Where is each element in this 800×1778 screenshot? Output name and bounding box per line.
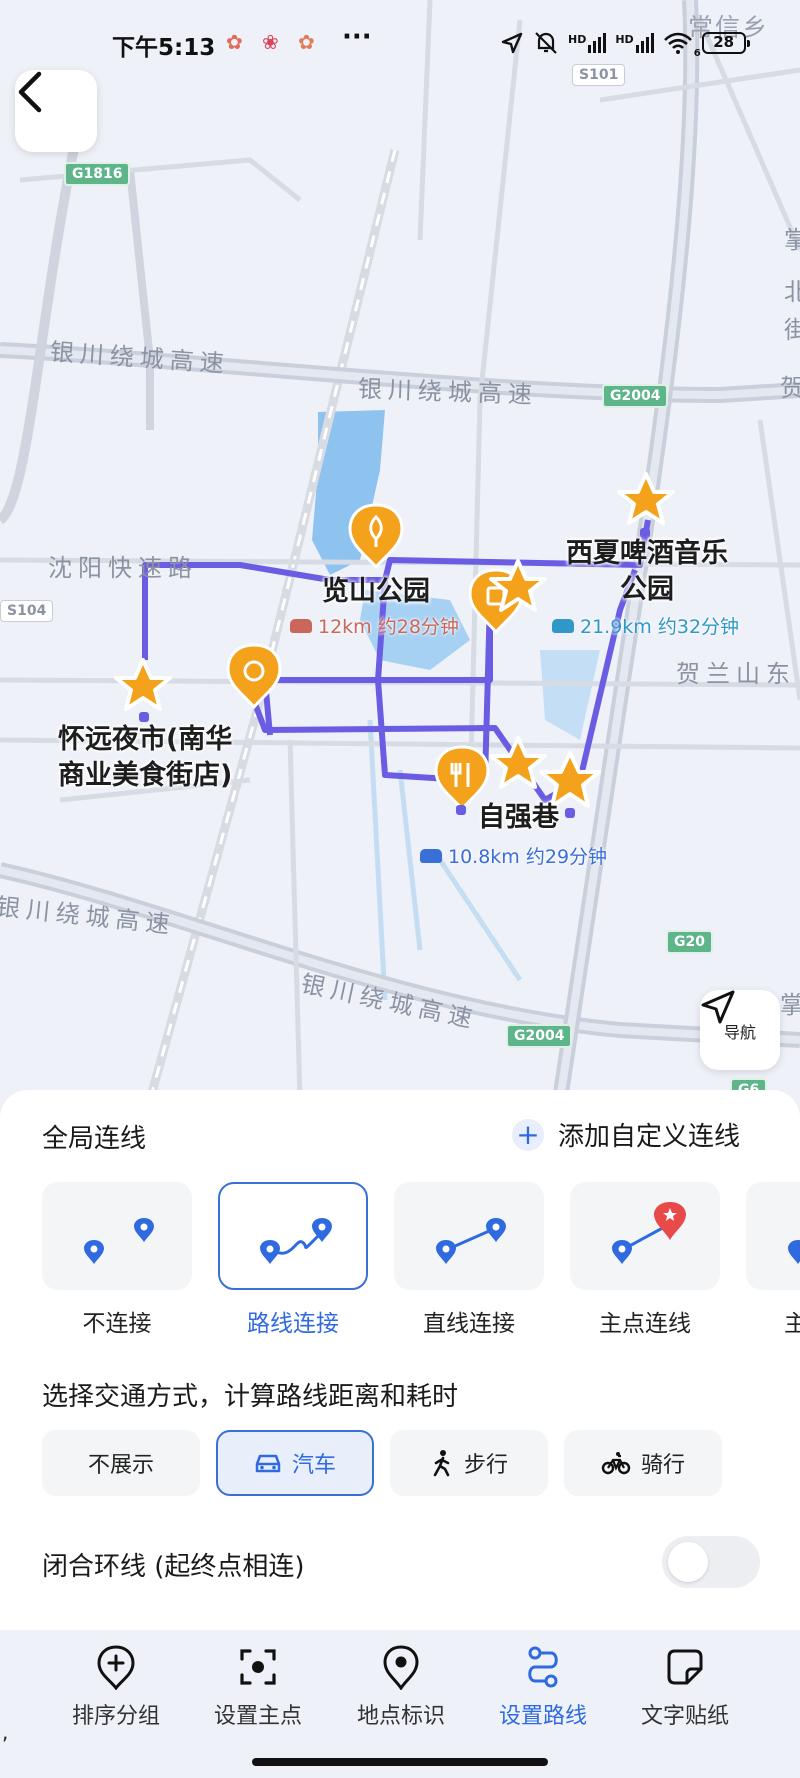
highway-shield: G2004 bbox=[602, 384, 669, 408]
navigation-arrow-icon bbox=[701, 990, 735, 1024]
transport-mode-title: 选择交通方式，计算路线距离和耗时 bbox=[42, 1382, 459, 1412]
mode-car[interactable]: 汽车 bbox=[216, 1430, 374, 1496]
bottom-tab-bar: , 排序分组 设置主点 地点标识 设置路线 文字贴纸 bbox=[0, 1630, 800, 1778]
tab-set-route[interactable]: 设置路线 bbox=[478, 1642, 608, 1730]
car-icon bbox=[290, 618, 312, 633]
mode-hide[interactable]: 不展示 bbox=[42, 1430, 200, 1496]
status-bar: 下午5:13 ✿ ❀ ✿ ··· HD HD 6 28 bbox=[0, 22, 800, 64]
poi-label-lanshan-park[interactable]: 览山公园 bbox=[322, 574, 430, 610]
highway-shield: S101 bbox=[572, 64, 626, 86]
location-icon bbox=[501, 32, 523, 54]
home-indicator bbox=[252, 1758, 548, 1766]
notification-icon: ✿ bbox=[226, 30, 243, 54]
sticker-icon bbox=[667, 1649, 703, 1685]
mode-bike[interactable]: 骑行 bbox=[564, 1430, 722, 1496]
route-connection-icon bbox=[260, 1218, 332, 1264]
car-icon bbox=[420, 848, 442, 863]
road-label: 银川绕城高速 bbox=[357, 374, 539, 410]
route-settings-panel: 全局连线 + 添加自定义连线 不连接 路线连接 直线连接 主点连线 主 选择交通… bbox=[0, 1090, 800, 1630]
mode-walk[interactable]: 步行 bbox=[390, 1430, 548, 1496]
poi-label-xixia-beer-park[interactable]: 西夏啤酒音乐 公园 bbox=[566, 536, 728, 608]
signal-icon: HD bbox=[568, 33, 607, 53]
chevron-left-icon bbox=[18, 71, 42, 113]
tab-place-markers[interactable]: 地点标识 bbox=[336, 1642, 466, 1730]
focus-icon bbox=[240, 1649, 276, 1685]
car-icon bbox=[255, 1454, 281, 1473]
connection-options: 不连接 路线连接 直线连接 主点连线 主 bbox=[42, 1182, 800, 1352]
more-notifications-icon: ··· bbox=[342, 22, 372, 52]
map-edge-char: 贺 bbox=[780, 374, 800, 402]
battery-icon: 28 bbox=[701, 32, 750, 54]
straight-connection-icon bbox=[436, 1218, 506, 1264]
transport-modes: 不展示 汽车 步行 骑行 bbox=[42, 1430, 762, 1496]
mute-icon bbox=[535, 32, 557, 54]
road-label: 贺兰山东 bbox=[676, 660, 796, 688]
back-button[interactable] bbox=[15, 70, 97, 152]
route-tag: 12km 约28分钟 bbox=[290, 612, 459, 639]
plus-icon: + bbox=[512, 1118, 544, 1151]
stray-char: , bbox=[2, 1720, 9, 1744]
main-point-connection-icon bbox=[612, 1202, 686, 1264]
option-route-connection[interactable]: 路线连接 bbox=[218, 1182, 368, 1338]
navigation-button[interactable]: 导航 bbox=[700, 990, 780, 1070]
tab-sort-group[interactable]: 排序分组 bbox=[51, 1642, 181, 1730]
highway-shield: G2004 bbox=[506, 1024, 573, 1048]
map-edge-char: 街 bbox=[784, 316, 800, 344]
signal-icon: HD bbox=[615, 33, 654, 53]
notification-icon: ✿ bbox=[298, 30, 315, 54]
highway-shield: G20 bbox=[666, 930, 713, 954]
global-connection-title: 全局连线 bbox=[42, 1124, 147, 1154]
option-partial[interactable]: 主 bbox=[746, 1182, 800, 1338]
tab-text-sticker[interactable]: 文字贴纸 bbox=[620, 1642, 750, 1730]
notification-icon: ❀ bbox=[262, 30, 279, 54]
poi-label-huaiyuan-night-market[interactable]: 怀远夜市(南华 商业美食街店) bbox=[58, 722, 232, 794]
map-view[interactable]: 常信乡 银川绕城高速 银川绕城高速 沈阳快速路 银川绕城高速 银川绕城高速 贺兰… bbox=[0, 0, 800, 1100]
wifi-icon: 6 bbox=[663, 31, 701, 59]
no-connection-icon bbox=[84, 1218, 154, 1264]
option-main-point-connection[interactable]: 主点连线 bbox=[570, 1182, 720, 1338]
tab-set-main-point[interactable]: 设置主点 bbox=[193, 1642, 323, 1730]
option-no-connection[interactable]: 不连接 bbox=[42, 1182, 192, 1338]
map-edge-char: 北 bbox=[784, 278, 800, 306]
location-pin-icon bbox=[383, 1645, 419, 1690]
map-edge-char: 掌 bbox=[780, 991, 800, 1019]
status-time: 下午5:13 bbox=[112, 35, 216, 61]
add-custom-connection-button[interactable]: + 添加自定义连线 bbox=[512, 1116, 740, 1153]
poi-label-ziqiang-lane[interactable]: 自强巷 bbox=[478, 800, 559, 836]
closed-loop-label: 闭合环线 (起终点相连) bbox=[42, 1552, 305, 1582]
walk-icon bbox=[433, 1450, 450, 1477]
status-icons: HD HD 6 28 bbox=[500, 30, 750, 59]
route-icon bbox=[528, 1646, 558, 1688]
map-edge-char: 掌 bbox=[784, 226, 800, 254]
option-straight-connection[interactable]: 直线连接 bbox=[394, 1182, 544, 1338]
road-label: 沈阳快速路 bbox=[48, 554, 198, 582]
closed-loop-toggle[interactable] bbox=[662, 1536, 760, 1588]
highway-shield: S104 bbox=[0, 600, 54, 622]
add-location-icon bbox=[97, 1645, 135, 1690]
car-icon bbox=[552, 618, 574, 633]
route-tag: 10.8km 约29分钟 bbox=[420, 842, 607, 869]
route-tag: 21.9km 约32分钟 bbox=[552, 612, 739, 639]
bike-icon bbox=[601, 1452, 631, 1475]
highway-shield: G1816 bbox=[64, 162, 131, 186]
